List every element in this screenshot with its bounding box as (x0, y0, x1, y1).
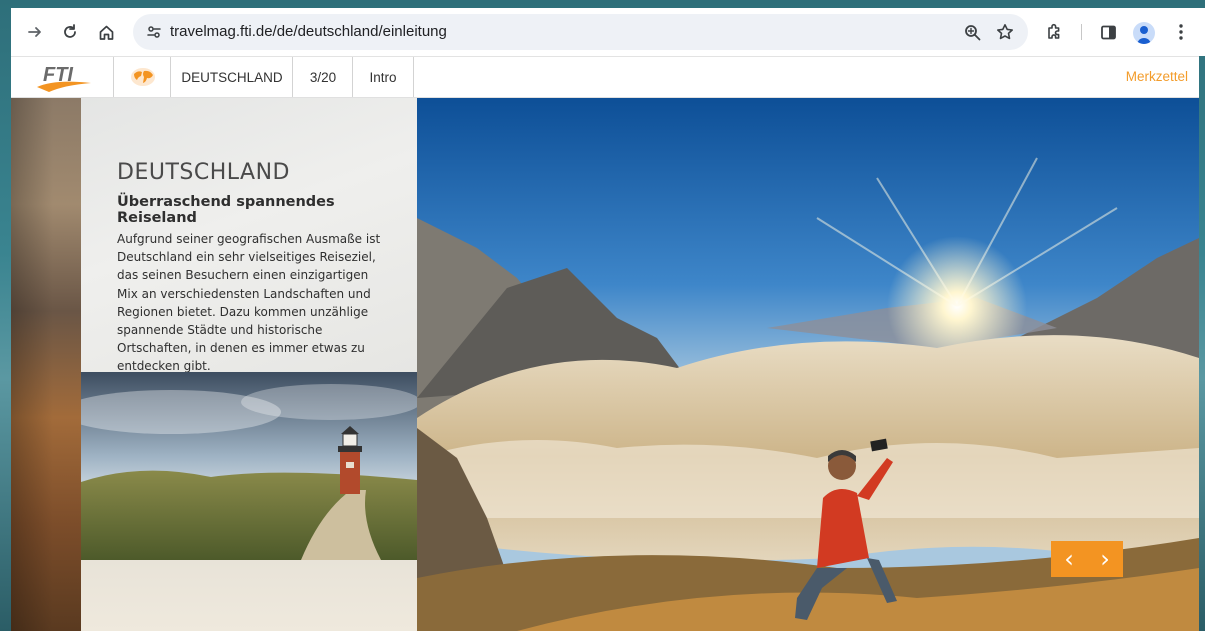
rock-background (11, 98, 81, 631)
page-indicator[interactable]: 3/20 (292, 57, 353, 97)
extensions-icon[interactable] (1041, 18, 1069, 46)
page-title: DEUTSCHLAND (117, 160, 290, 185)
prev-slide-button[interactable]: ‹ (1051, 541, 1087, 577)
profile-icon[interactable] (1133, 22, 1155, 44)
world-map-icon (130, 68, 155, 86)
browser-toolbar: travelmag.fti.de/de/deutschland/einleitu… (11, 8, 1205, 56)
slider-controls: ‹ › (1051, 541, 1123, 577)
intro-paragraph: Aufgrund seiner geografischen Ausmaße is… (117, 232, 381, 374)
intro-text-panel: DEUTSCHLAND Überraschend spannendes Reis… (81, 98, 417, 373)
fti-logo[interactable]: FTI (35, 61, 95, 93)
url-text[interactable]: travelmag.fti.de/de/deutschland/einleitu… (170, 23, 447, 40)
country-nav-item[interactable]: DEUTSCHLAND (170, 57, 293, 97)
menu-kebab-icon[interactable] (1167, 18, 1195, 46)
bookmark-star-icon[interactable] (992, 19, 1018, 45)
site-info-icon[interactable] (141, 19, 167, 45)
toolbar-divider (1081, 24, 1082, 40)
lighthouse-image (81, 372, 417, 560)
magazine-page: DEUTSCHLAND Überraschend spannendes Reis… (11, 98, 1199, 631)
home-icon[interactable] (92, 18, 120, 46)
page-subtitle: Überraschend spannendes Reiseland (117, 194, 335, 226)
next-slide-button[interactable]: › (1087, 541, 1123, 577)
panel-footer-background (81, 560, 417, 631)
side-panel-icon[interactable] (1094, 18, 1122, 46)
reload-icon[interactable] (56, 18, 84, 46)
forward-icon[interactable] (21, 18, 49, 46)
section-nav-item[interactable]: Intro (352, 57, 414, 97)
globe-map-button[interactable] (113, 57, 171, 97)
zoom-icon[interactable] (959, 19, 985, 45)
address-bar[interactable]: travelmag.fti.de/de/deutschland/einleitu… (133, 14, 1028, 50)
merkzettel-link[interactable]: Merkzettel (1126, 69, 1188, 84)
site-header: FTI DEUTSCHLAND 3/20 Intro Merkzettel (11, 56, 1199, 98)
